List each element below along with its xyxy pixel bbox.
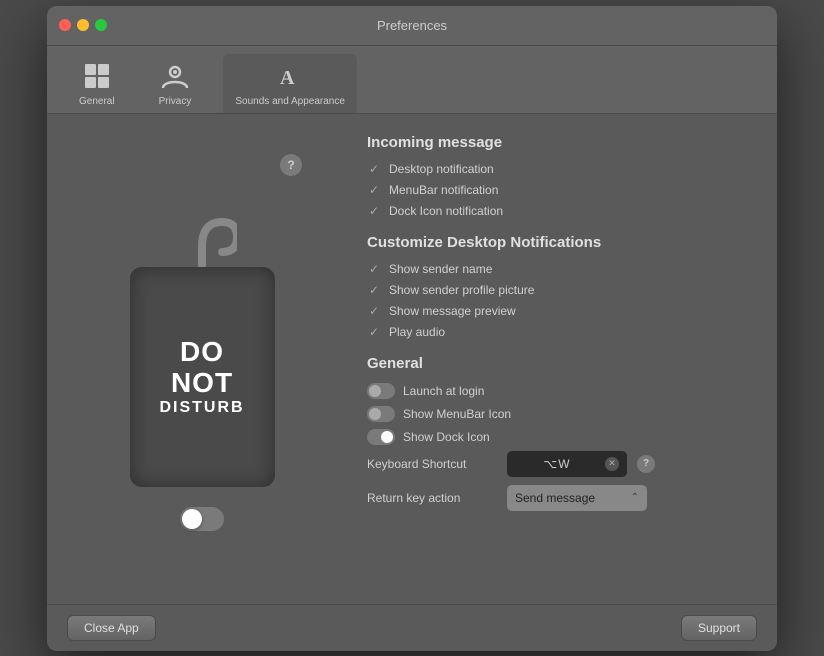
footer: Close App Support [47,604,777,651]
show-sender-name-row[interactable]: ✓ Show sender name [367,261,747,277]
show-sender-picture-label: Show sender profile picture [389,283,534,297]
tab-general[interactable]: General [67,54,127,113]
show-dock-icon-label: Show Dock Icon [403,430,490,444]
dock-icon-toggle[interactable] [367,429,395,445]
incoming-message-title: Incoming message [367,134,747,151]
desktop-notification-row[interactable]: ✓ Desktop notification [367,161,747,177]
return-key-row: Return key action Send message ⌃ [367,485,747,511]
menubar-notification-row[interactable]: ✓ MenuBar notification [367,182,747,198]
play-audio-row[interactable]: ✓ Play audio [367,324,747,340]
sign-hook-svg [167,217,237,267]
show-menubar-icon-row[interactable]: Show MenuBar Icon [367,405,747,423]
check-icon-dock: ✓ [367,204,381,218]
launch-toggle[interactable] [367,383,395,399]
dock-notification-label: Dock Icon notification [389,204,503,218]
show-message-preview-label: Show message preview [389,304,516,318]
menubar-icon-toggle[interactable] [367,406,395,422]
dock-icon-toggle-knob [381,431,393,443]
dock-notification-row[interactable]: ✓ Dock Icon notification [367,203,747,219]
desktop-notification-label: Desktop notification [389,162,494,176]
close-app-button[interactable]: Close App [67,615,156,641]
play-audio-label: Play audio [389,325,445,339]
show-message-preview-row[interactable]: ✓ Show message preview [367,303,747,319]
return-key-value: Send message [515,491,625,505]
launch-at-login-label: Launch at login [403,384,484,398]
menubar-icon-toggle-knob [369,408,381,420]
dnd-toggle[interactable] [180,507,224,531]
launch-toggle-knob [369,385,381,397]
privacy-icon [159,60,191,92]
keyboard-shortcut-field-label: Keyboard Shortcut [367,457,497,471]
minimize-button[interactable] [77,19,89,31]
sign-text: DO NOT DISTURB [159,337,244,416]
check-icon-menubar: ✓ [367,183,381,197]
show-dock-icon-row[interactable]: Show Dock Icon [367,428,747,446]
keyboard-shortcut-row: Keyboard Shortcut ⌥W ✕ ? [367,451,747,477]
show-sender-picture-row[interactable]: ✓ Show sender profile picture [367,282,747,298]
check-icon-sender-name: ✓ [367,262,381,276]
shortcut-clear-button[interactable]: ✕ [605,457,619,471]
show-sender-name-label: Show sender name [389,262,492,276]
tab-sounds[interactable]: A Sounds and Appearance [223,54,357,113]
svg-text:A: A [280,67,295,89]
sidebar: ? DO NOT DISTURB [47,114,357,604]
check-icon-message-preview: ✓ [367,304,381,318]
window-title: Preferences [377,18,447,33]
tab-privacy-label: Privacy [159,96,192,107]
tab-general-label: General [79,96,115,107]
support-button[interactable]: Support [681,615,757,641]
close-button[interactable] [59,19,71,31]
tab-sounds-label: Sounds and Appearance [235,96,345,107]
dnd-sign: DO NOT DISTURB [130,267,275,487]
preferences-window: Preferences General Pr [47,6,777,651]
keyboard-help-icon[interactable]: ? [637,455,655,473]
settings-panel: Incoming message ✓ Desktop notification … [357,114,777,604]
general-icon [81,60,113,92]
check-icon-sender-picture: ✓ [367,283,381,297]
check-icon-play-audio: ✓ [367,325,381,339]
maximize-button[interactable] [95,19,107,31]
check-icon-desktop: ✓ [367,162,381,176]
content-area: ? DO NOT DISTURB [47,114,777,604]
traffic-lights [59,19,107,31]
keyboard-shortcut-box[interactable]: ⌥W ✕ [507,451,627,477]
tab-privacy[interactable]: Privacy [147,54,204,113]
general-title: General [367,355,747,372]
show-menubar-icon-label: Show MenuBar Icon [403,407,511,421]
shortcut-value: ⌥W [515,457,599,471]
sounds-icon: A [274,60,306,92]
toggle-knob [182,509,202,529]
dropdown-arrow-icon: ⌃ [631,492,639,503]
return-key-dropdown[interactable]: Send message ⌃ [507,485,647,511]
help-badge[interactable]: ? [280,154,302,176]
launch-at-login-row[interactable]: Launch at login [367,382,747,400]
titlebar: Preferences [47,6,777,46]
return-key-field-label: Return key action [367,491,497,505]
toolbar: General Privacy A Sounds and Appearance [47,46,777,114]
customize-title: Customize Desktop Notifications [367,234,747,251]
menubar-notification-label: MenuBar notification [389,183,498,197]
